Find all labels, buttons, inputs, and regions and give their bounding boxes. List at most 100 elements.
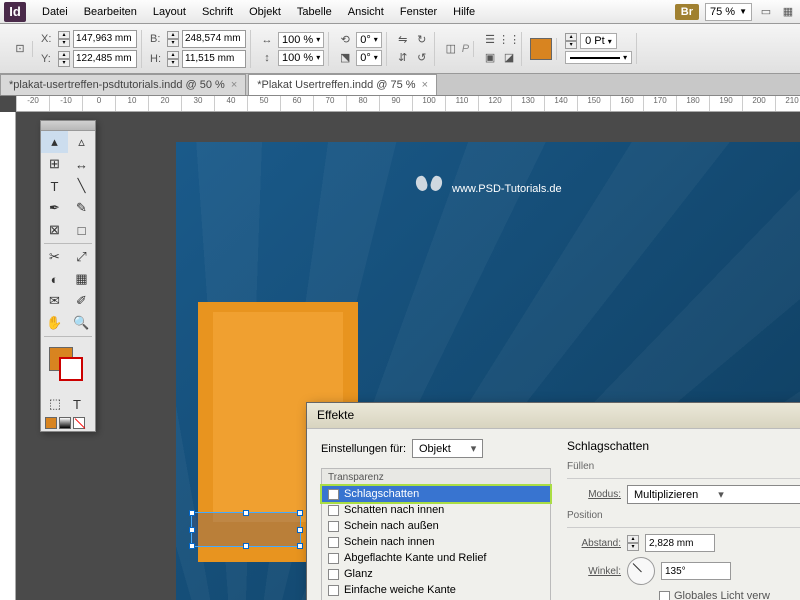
flip-v-icon[interactable]: ⇵ — [395, 50, 411, 66]
selection-tool[interactable]: ▴ — [41, 131, 68, 153]
global-light-checkbox[interactable] — [659, 591, 670, 600]
effects-icon[interactable]: ◪ — [501, 50, 517, 66]
free-transform-tool[interactable]: ⤢ — [68, 246, 95, 268]
pen-tool[interactable]: ✒ — [41, 197, 68, 219]
gradient-feather-tool[interactable]: ▦ — [68, 268, 95, 290]
angle-input[interactable] — [661, 562, 731, 580]
effect-item[interactable]: Einfache weiche Kante — [322, 582, 550, 598]
scale-y-input[interactable]: 100 %▾ — [278, 50, 324, 66]
stroke-weight[interactable]: 0 Pt▾ — [580, 33, 617, 49]
menu-schrift[interactable]: Schrift — [194, 2, 241, 22]
menu-objekt[interactable]: Objekt — [241, 2, 289, 22]
effect-item[interactable]: Schein nach innen — [322, 534, 550, 550]
scale-x-input[interactable]: 100 %▾ — [278, 32, 324, 48]
effect-item[interactable]: Abgeflachte Kante und Relief — [322, 550, 550, 566]
effect-checkbox[interactable] — [328, 505, 339, 516]
effect-checkbox[interactable] — [328, 489, 339, 500]
rectangle-tool[interactable]: □ — [68, 219, 95, 241]
selection-handle[interactable] — [243, 543, 249, 549]
menu-layout[interactable]: Layout — [145, 2, 194, 22]
effect-checkbox[interactable] — [328, 585, 339, 596]
distance-input[interactable] — [645, 534, 715, 552]
menu-bearbeiten[interactable]: Bearbeiten — [76, 2, 145, 22]
selection-handle[interactable] — [297, 527, 303, 533]
effect-item[interactable]: Schlagschatten — [322, 486, 550, 502]
line-tool[interactable]: ╲ — [68, 175, 95, 197]
h-input[interactable] — [182, 50, 246, 68]
close-icon[interactable]: × — [422, 79, 428, 91]
tools-titlebar[interactable] — [41, 121, 95, 131]
menu-hilfe[interactable]: Hilfe — [445, 2, 483, 22]
stroke-spinner[interactable]: ▴▾ — [565, 33, 577, 49]
tab-1[interactable]: *plakat-usertreffen-psdtutorials.indd @ … — [0, 74, 246, 95]
view-mode-icon[interactable]: ▭ — [758, 4, 774, 20]
effect-item[interactable]: Glanz — [322, 566, 550, 582]
canvas[interactable]: www.PSD-Tutorials.de ▴ ▵ ⊞ ↔ T ╲ — [16, 112, 800, 600]
w-input[interactable] — [182, 30, 246, 48]
arrange-icon[interactable]: ▦ — [780, 4, 796, 20]
pencil-tool[interactable]: ✎ — [68, 197, 95, 219]
selection-rectangle[interactable] — [191, 512, 301, 547]
gradient-swatch-tool[interactable]: ◐ — [41, 268, 68, 290]
default-colors-icon[interactable]: ⬚ — [45, 395, 65, 413]
rotate-input[interactable]: 0°▾ — [356, 32, 382, 48]
effect-checkbox[interactable] — [328, 569, 339, 580]
x-spinner[interactable]: ▴▾ — [58, 31, 70, 47]
angle-dial[interactable] — [627, 557, 655, 585]
menu-ansicht[interactable]: Ansicht — [340, 2, 392, 22]
selection-handle[interactable] — [189, 510, 195, 516]
note-tool[interactable]: ✉ — [41, 290, 68, 312]
zoom-tool[interactable]: 🔍 — [68, 312, 95, 334]
selection-handle[interactable] — [243, 510, 249, 516]
select-container-icon[interactable]: ◫ — [443, 41, 459, 57]
wrap-icon[interactable]: ▣ — [482, 50, 498, 66]
ref-point-icon[interactable]: ⊡ — [12, 41, 28, 57]
x-input[interactable] — [73, 30, 137, 48]
selection-handle[interactable] — [297, 510, 303, 516]
rotate-cw-icon[interactable]: ↻ — [414, 32, 430, 48]
apply-color-icon[interactable] — [45, 417, 57, 429]
selection-handle[interactable] — [189, 543, 195, 549]
mode-dropdown[interactable]: Multiplizieren — [627, 485, 800, 504]
formatting-text-icon[interactable]: T — [67, 395, 87, 413]
apply-gradient-icon[interactable] — [59, 417, 71, 429]
align-icon[interactable]: ☰ — [482, 32, 498, 48]
stroke-style[interactable]: ▾ — [565, 51, 632, 64]
h-spinner[interactable]: ▴▾ — [167, 51, 179, 67]
tab-2[interactable]: *Plakat Usertreffen.indd @ 75 %× — [248, 74, 437, 95]
w-spinner[interactable]: ▴▾ — [167, 31, 179, 47]
zoom-select[interactable]: 75 %▼ — [705, 3, 752, 21]
effect-checkbox[interactable] — [328, 537, 339, 548]
effect-item[interactable]: Schein nach außen — [322, 518, 550, 534]
stroke-color-swatch[interactable] — [59, 357, 83, 381]
eyedropper-tool[interactable]: ✐ — [68, 290, 95, 312]
menu-fenster[interactable]: Fenster — [392, 2, 445, 22]
settings-for-dropdown[interactable]: Objekt — [412, 439, 483, 458]
distribute-icon[interactable]: ⋮⋮ — [501, 32, 517, 48]
selection-handle[interactable] — [189, 527, 195, 533]
bridge-button[interactable]: Br — [675, 4, 699, 20]
apply-none-icon[interactable] — [73, 417, 85, 429]
selection-handle[interactable] — [297, 543, 303, 549]
rectangle-frame-tool[interactable]: ⊠ — [41, 219, 68, 241]
flip-h-icon[interactable]: ⇋ — [395, 32, 411, 48]
paragraph-style-icon[interactable]: P — [462, 43, 469, 55]
transparency-header[interactable]: Transparenz — [322, 469, 550, 486]
menu-tabelle[interactable]: Tabelle — [289, 2, 340, 22]
menu-datei[interactable]: Datei — [34, 2, 76, 22]
type-tool[interactable]: T — [41, 175, 68, 197]
direct-selection-tool[interactable]: ▵ — [68, 131, 95, 153]
y-spinner[interactable]: ▴▾ — [58, 51, 70, 67]
close-icon[interactable]: × — [231, 79, 237, 91]
y-input[interactable] — [73, 50, 137, 68]
page-tool[interactable]: ⊞ — [41, 153, 68, 175]
effect-checkbox[interactable] — [328, 553, 339, 564]
hand-tool[interactable]: ✋ — [41, 312, 68, 334]
distance-spinner[interactable]: ▴▾ — [627, 535, 639, 551]
scissors-tool[interactable]: ✂ — [41, 246, 68, 268]
effect-checkbox[interactable] — [328, 521, 339, 532]
shear-input[interactable]: 0°▾ — [356, 50, 382, 66]
gap-tool[interactable]: ↔ — [68, 153, 95, 175]
rotate-ccw-icon[interactable]: ↺ — [414, 50, 430, 66]
fill-swatch[interactable] — [530, 38, 552, 60]
